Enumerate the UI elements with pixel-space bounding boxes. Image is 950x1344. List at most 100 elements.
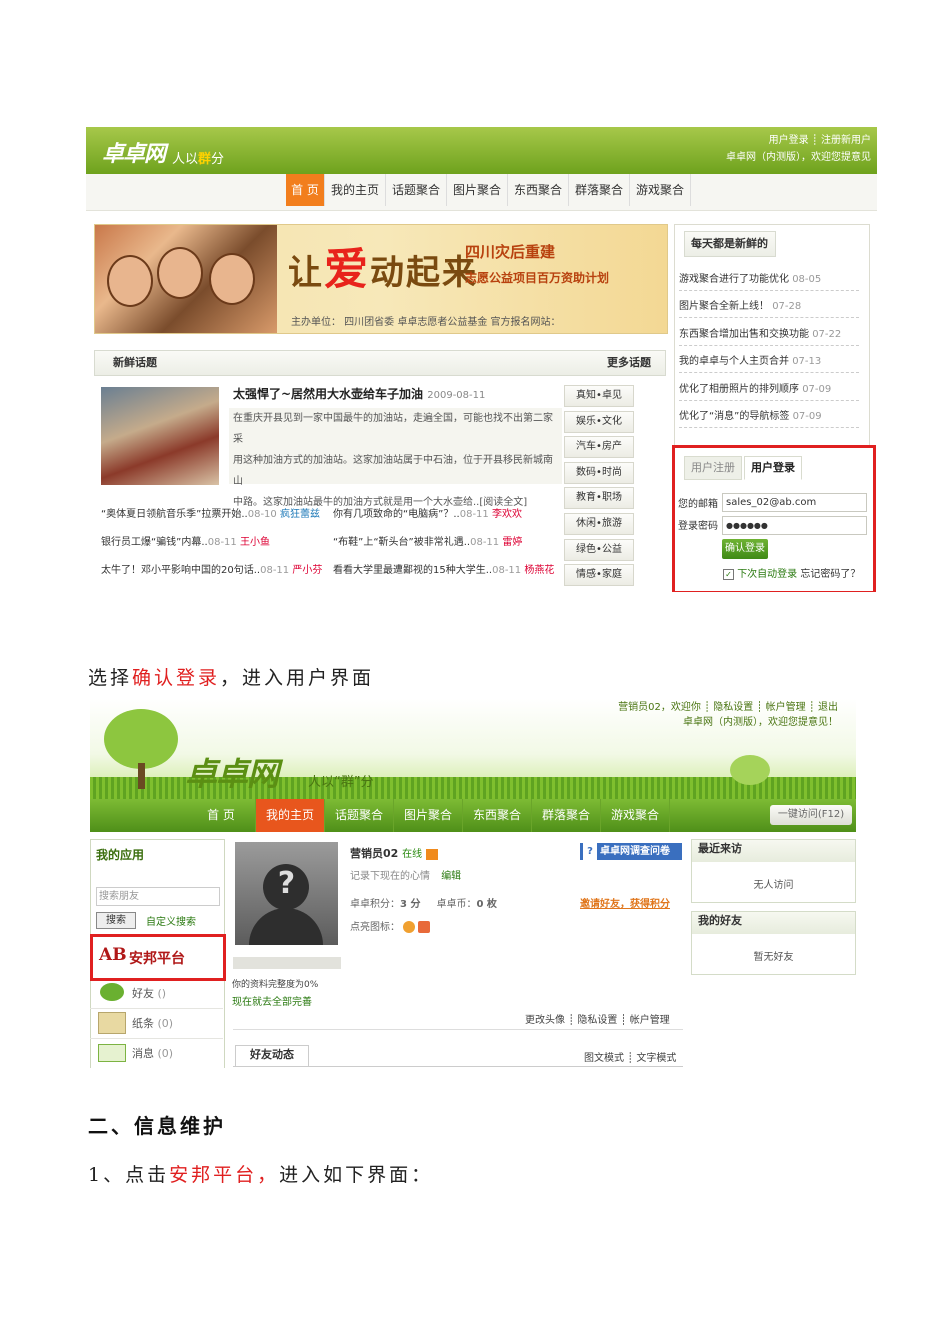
topic-list-item[interactable]: 银行员工爆“骗钱”内幕..08-11 王小鱼 xyxy=(101,533,270,548)
header-links[interactable]: 用户登录 ┊ 注册新用户 卓卓网（内测版），欢迎您提意见 xyxy=(726,132,871,166)
my-friends-card: 我的好友 暂无好友 xyxy=(691,911,856,975)
one-key-visit-button[interactable]: 一键访问(F12) xyxy=(770,805,852,825)
nav-groups[interactable]: 群落聚合 xyxy=(532,799,601,832)
lit-icons-row: 点亮图标： xyxy=(350,918,431,933)
nav-pictures[interactable]: 图片聚合 xyxy=(394,799,463,832)
nav-home[interactable]: 首 页 xyxy=(187,799,256,832)
nav-games[interactable]: 游戏聚合 xyxy=(630,174,691,206)
nav-my-page[interactable]: 我的主页 xyxy=(325,174,386,206)
tab-friend-feed[interactable]: 好友动态 xyxy=(235,1045,309,1067)
score-row: 卓卓积分：3 分卓卓币：0 枚 xyxy=(350,899,497,910)
more-topics-link[interactable]: 更多话题 xyxy=(607,351,651,375)
site-slogan: 人以“群”分 xyxy=(308,775,374,790)
nav-topics[interactable]: 话题聚合 xyxy=(386,174,447,206)
my-friends-title: 我的好友 xyxy=(692,912,855,934)
banner-sponsor: 主办单位： 四川团省委 卓卓志愿者公益基金 官方报名网站： xyxy=(291,317,561,328)
badge-icon[interactable] xyxy=(403,921,416,933)
topic-list-item[interactable]: “奥体夏日领航音乐季”拉票开始..08-10 疯狂蕾兹 xyxy=(101,505,320,520)
sidebar-item-messages[interactable]: 消息 (0) xyxy=(90,1038,223,1068)
profile-actions[interactable]: 更改头像 ┊ 隐私设置 ┊ 帐户管理 xyxy=(525,1011,670,1026)
user-header-links[interactable]: 营销员02，欢迎你 ┊ 隐私设置 ┊ 帐户管理 ┊ 退出 卓卓网（内测版），欢迎… xyxy=(618,700,838,730)
my-friends-empty: 暂无好友 xyxy=(753,952,794,963)
badge-icon[interactable] xyxy=(418,921,431,933)
nav-goods[interactable]: 东西聚合 xyxy=(508,174,569,206)
note-icon xyxy=(98,1012,126,1034)
sidebar-item-notes[interactable]: 纸条 (0) xyxy=(90,1008,223,1039)
update-item[interactable]: 图片聚合全新上线！ 07-28 xyxy=(679,297,859,318)
complete-profile-link[interactable]: 现在就去全部完善 xyxy=(232,993,312,1008)
confirm-login-button[interactable]: 确认登录 xyxy=(722,539,768,559)
email-field[interactable]: sales_02@ab.com xyxy=(722,493,867,512)
profile-completeness-bar xyxy=(233,957,341,969)
category-button[interactable]: 数码•时尚 xyxy=(564,462,634,484)
edit-mood-link[interactable]: 编辑 xyxy=(441,871,461,882)
tab-register[interactable]: 用户注册 xyxy=(684,456,742,480)
topic-list-item[interactable]: 太牛了！邓小平影响中国的20句话..08-11 严小芬 xyxy=(101,561,322,576)
site-logo[interactable]: 卓卓网 xyxy=(185,749,279,795)
invite-friends-link[interactable]: 邀请好友，获得积分 xyxy=(580,895,670,910)
custom-search-link[interactable]: 自定义搜索 xyxy=(146,913,196,928)
charity-banner[interactable]: 让爱动起来 四川灾后重建 志愿公益项目百万资助计划 主办单位： 四川团省委 卓卓… xyxy=(94,224,668,334)
nav-home[interactable]: 首 页 xyxy=(286,174,325,206)
topic-list-item[interactable]: “布鞋”上“靳头台”被非常礼遇..08-11 雷婷 xyxy=(333,533,522,548)
update-item[interactable]: 我的卓卓与个人主页合并 07-13 xyxy=(679,352,859,373)
search-button[interactable]: 搜索 xyxy=(96,912,136,929)
recent-visitors-title: 最近来访 xyxy=(692,840,855,862)
anbang-platform-link[interactable]: AB 安邦平台 xyxy=(90,934,226,981)
children-photo xyxy=(95,225,277,333)
my-apps-title: 我的应用 xyxy=(96,848,145,862)
section-heading: 二、信息维护 xyxy=(88,1114,226,1138)
category-button[interactable]: 真知•卓见 xyxy=(564,385,634,407)
avatar[interactable]: ? xyxy=(235,842,338,945)
fresh-topics-header: 新鲜话题 更多话题 xyxy=(94,350,666,376)
update-item[interactable]: 优化了“消息”的导航标签 07-09 xyxy=(679,407,859,428)
nav-groups[interactable]: 群落聚合 xyxy=(569,174,630,206)
friends-icon xyxy=(100,983,124,1001)
news-headline[interactable]: 太强悍了~居然用大水壶给车子加油 2009-08-11 xyxy=(233,385,485,402)
password-field[interactable]: ●●●●●● xyxy=(722,516,867,535)
password-label: 登录密码 xyxy=(678,521,718,532)
nav-pictures[interactable]: 图片聚合 xyxy=(447,174,508,206)
site-slogan: 人以群分 xyxy=(172,152,225,167)
nav-goods[interactable]: 东西聚合 xyxy=(463,799,532,832)
category-button[interactable]: 绿色•公益 xyxy=(564,539,634,561)
update-item[interactable]: 优化了相册照片的排列顺序 07-09 xyxy=(679,380,859,401)
profile-name-row: 营销员02 在线 xyxy=(350,845,438,861)
login-page-screenshot: 卓卓网 人以群分 用户登录 ┊ 注册新用户 卓卓网（内测版），欢迎您提意见 首 … xyxy=(86,127,877,592)
remember-checkbox[interactable]: ✓ xyxy=(723,569,734,580)
profile-completeness-text: 你的资料完整度为0% xyxy=(232,980,319,990)
banner-project: 四川灾后重建 志愿公益项目百万资助计划 xyxy=(465,243,610,285)
update-item[interactable]: 东西聚合增加出售和交换功能 07-22 xyxy=(679,325,859,346)
view-mode-links[interactable]: 图文模式 ┊ 文字模式 xyxy=(584,1049,676,1064)
news-summary: 在重庆开县见到一家中国最牛的加油站，走遍全国，可能也找不出第二家采 用这种加油方… xyxy=(229,408,562,508)
news-photo[interactable] xyxy=(101,387,219,485)
topic-list-item[interactable]: 你有几项致命的“电脑病”？..08-11 李欢欢 xyxy=(333,505,522,520)
step-instruction: 1、点击安邦平台，进入如下界面： xyxy=(88,1164,434,1186)
survey-button[interactable]: ? 卓卓网调查问卷 xyxy=(580,843,682,860)
nav-my-page[interactable]: 我的主页 xyxy=(256,799,325,832)
status-icon xyxy=(426,848,438,860)
daily-new-title: 每天都是新鲜的 xyxy=(684,231,776,257)
forgot-password-link[interactable]: 忘记密码了？ xyxy=(800,569,860,580)
category-button[interactable]: 教育•职场 xyxy=(564,487,634,509)
mood-row: 记录下现在的心情 编辑 xyxy=(350,871,462,882)
envelope-icon xyxy=(98,1044,126,1062)
instruction-line: 选择确认登录，进入用户界面 xyxy=(88,667,375,689)
tree-icon xyxy=(104,709,178,769)
nav-games[interactable]: 游戏聚合 xyxy=(601,799,670,832)
category-button[interactable]: 情感•家庭 xyxy=(564,564,634,586)
email-label: 您的邮箱 xyxy=(678,499,718,510)
category-button[interactable]: 休闲•旅游 xyxy=(564,513,634,535)
category-button[interactable]: 汽车•房产 xyxy=(564,436,634,458)
update-item[interactable]: 游戏聚合进行了功能优化 08-05 xyxy=(679,270,859,291)
nav-topics[interactable]: 话题聚合 xyxy=(325,799,394,832)
help-icon: ? xyxy=(583,843,597,860)
topic-list-item[interactable]: 看看大学里最遭鄙视的15种大学生..08-11 杨燕花 xyxy=(333,561,554,576)
sidebar-item-friends[interactable]: 好友 () xyxy=(90,978,223,1009)
search-friends-input[interactable]: 搜索朋友 xyxy=(96,887,220,906)
tab-login[interactable]: 用户登录 xyxy=(744,456,802,480)
recent-visitors-empty: 无人访问 xyxy=(753,880,794,891)
anbang-logo-icon: AB xyxy=(99,945,127,965)
site-logo[interactable]: 卓卓网 xyxy=(102,136,166,168)
category-button[interactable]: 娱乐•文化 xyxy=(564,411,634,433)
